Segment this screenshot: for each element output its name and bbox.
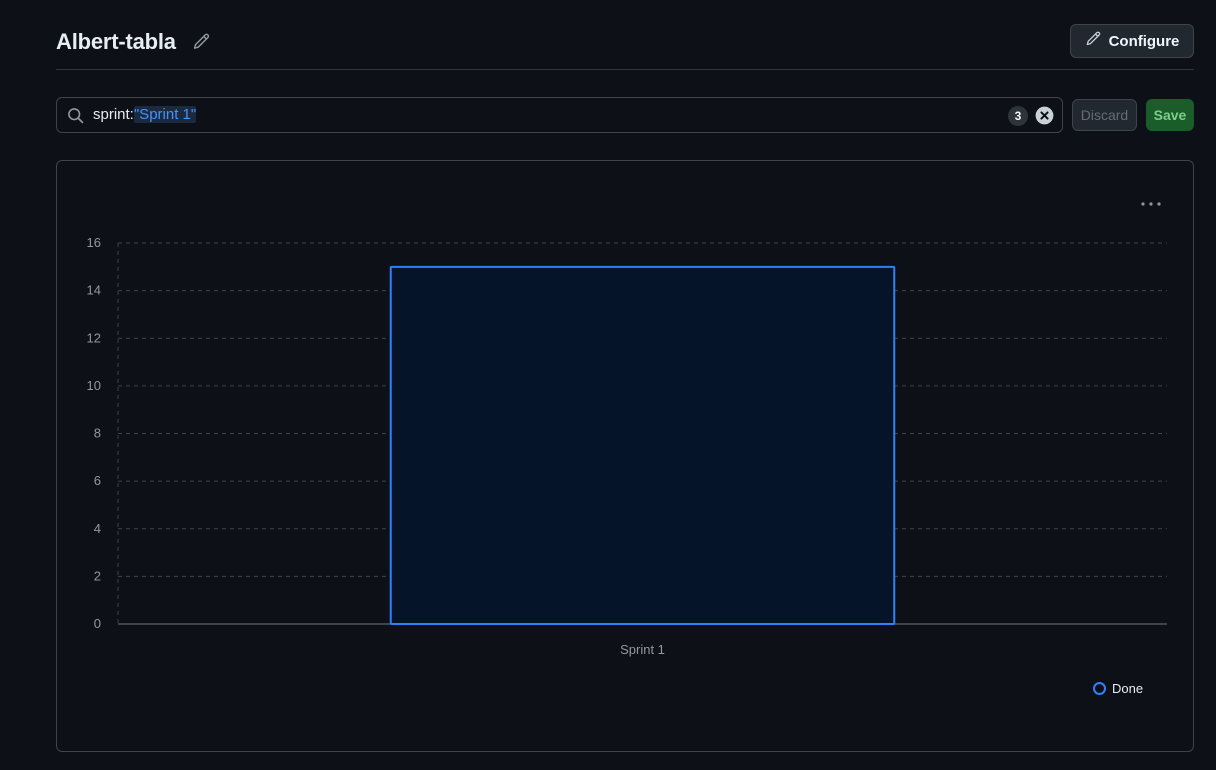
- y-tick-label: 6: [94, 473, 101, 488]
- x-circle-icon[interactable]: [1035, 106, 1054, 125]
- search-icon: [67, 107, 84, 124]
- save-button[interactable]: Save: [1146, 99, 1194, 131]
- filter-qualifier-value: "Sprint 1": [133, 106, 197, 123]
- y-tick-label: 10: [87, 378, 101, 393]
- y-tick-label: 2: [94, 568, 101, 583]
- filter-input[interactable]: sprint:"Sprint 1" 3: [56, 97, 1063, 133]
- page: Albert-tabla Configure sprint:"Sprint 1"…: [0, 0, 1216, 770]
- y-tick-label: 0: [94, 616, 101, 631]
- y-tick-label: 4: [94, 521, 101, 536]
- y-tick-label: 12: [87, 330, 101, 345]
- legend-swatch: [1093, 682, 1106, 695]
- y-tick-label: 14: [87, 283, 101, 298]
- result-count-badge: 3: [1008, 106, 1028, 126]
- discard-button[interactable]: Discard: [1072, 99, 1137, 131]
- y-tick-label: 8: [94, 426, 101, 441]
- filter-qualifier-key: sprint:: [93, 106, 134, 123]
- filter-query[interactable]: sprint:"Sprint 1": [93, 106, 197, 123]
- bar: [389, 265, 896, 625]
- configure-button[interactable]: Configure: [1070, 24, 1194, 58]
- page-title: Albert-tabla: [56, 29, 176, 54]
- x-tick-label: Sprint 1: [620, 642, 665, 657]
- pencil-icon: [1085, 31, 1101, 51]
- pencil-icon[interactable]: [192, 33, 210, 51]
- y-tick-label: 16: [87, 235, 101, 250]
- bar-chart: 0 2 4 6 8 10 12 14 16 Sprint 1: [87, 235, 1167, 657]
- chart-legend[interactable]: Done: [1093, 681, 1143, 696]
- configure-label: Configure: [1108, 32, 1180, 50]
- chart-card: 0 2 4 6 8 10 12 14 16 Sprint 1 Done: [56, 160, 1194, 752]
- page-header: Albert-tabla Configure: [56, 24, 1194, 70]
- legend-label: Done: [1112, 681, 1144, 696]
